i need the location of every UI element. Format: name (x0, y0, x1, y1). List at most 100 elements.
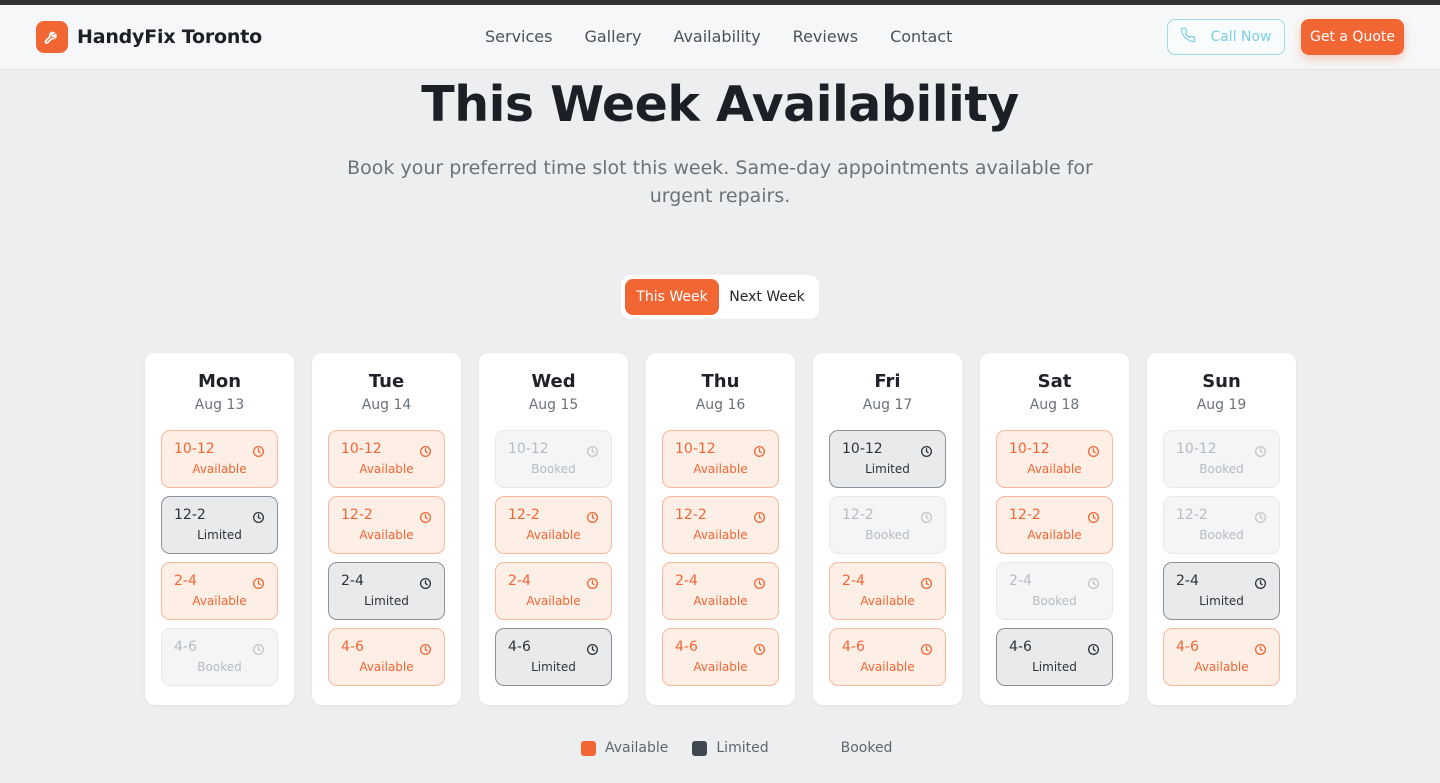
time-slot[interactable]: 10-12 Available (662, 430, 779, 488)
slot-status: Booked (1032, 594, 1077, 608)
time-slot[interactable]: 2-4 Limited (1163, 562, 1280, 620)
nav-contact[interactable]: Contact (890, 27, 952, 46)
slot-status: Limited (865, 462, 910, 476)
day-card-wed: Wed Aug 15 10-12 Booked 12-2 Available 2-4 Avai… (479, 353, 628, 705)
time-slot: 2-4 Booked (996, 562, 1113, 620)
time-slot[interactable]: 12-2 Limited (161, 496, 278, 554)
tab-this-week[interactable]: This Week (625, 279, 719, 315)
call-now-button[interactable]: Call Now (1167, 19, 1285, 55)
day-date: Aug 13 (194, 397, 245, 413)
legend-swatch (816, 740, 832, 756)
slot-status: Available (192, 462, 247, 476)
day-card-sat: Sat Aug 18 10-12 Available 12-2 Available 2-4 B… (980, 353, 1129, 705)
slot-status: Available (860, 594, 915, 608)
get-quote-button[interactable]: Get a Quote (1301, 19, 1404, 55)
clock-icon (753, 509, 766, 524)
clock-icon (252, 641, 265, 656)
page-title: This Week Availability (421, 76, 1019, 133)
slot-status: Available (1194, 660, 1249, 674)
legend-label: Limited (716, 740, 769, 756)
slot-status: Limited (1199, 594, 1244, 608)
time-slot[interactable]: 12-2 Available (662, 496, 779, 554)
time-slot[interactable]: 12-2 Available (328, 496, 445, 554)
nav-availability[interactable]: Availability (673, 27, 760, 46)
time-slot[interactable]: 10-12 Available (996, 430, 1113, 488)
day-name: Tue (368, 371, 405, 392)
time-slot[interactable]: 4-6 Available (328, 628, 445, 686)
slot-status: Available (359, 660, 414, 674)
slot-status: Booked (197, 660, 242, 674)
brand-name: HandyFix Toronto (77, 26, 262, 48)
legend-label: Available (605, 740, 669, 756)
legend-item-limited: Limited (692, 740, 769, 756)
clock-icon (1254, 509, 1267, 524)
time-slot[interactable]: 10-12 Available (161, 430, 278, 488)
time-slot[interactable]: 2-4 Available (662, 562, 779, 620)
clock-icon (252, 509, 265, 524)
slot-status: Available (693, 462, 748, 476)
day-card-sun: Sun Aug 19 10-12 Booked 12-2 Booked 2-4 Limited… (1147, 353, 1296, 705)
slot-status: Available (693, 594, 748, 608)
legend: Available Limited Booked (581, 740, 892, 756)
slot-status: Available (1027, 462, 1082, 476)
day-date: Aug 17 (862, 397, 913, 413)
call-now-label: Call Now (1210, 29, 1272, 45)
slot-status: Booked (531, 462, 576, 476)
legend-item-available: Available (581, 740, 668, 756)
day-date: Aug 19 (1196, 397, 1247, 413)
time-slot[interactable]: 4-6 Available (829, 628, 946, 686)
day-card-fri: Fri Aug 17 10-12 Limited 12-2 Booked 2-4 Availa… (813, 353, 962, 705)
slot-status: Available (359, 528, 414, 542)
time-slot[interactable]: 2-4 Limited (328, 562, 445, 620)
time-slot[interactable]: 2-4 Available (161, 562, 278, 620)
time-slot[interactable]: 4-6 Available (662, 628, 779, 686)
phone-icon (1180, 27, 1196, 47)
page-subtitle: Book your preferred time slot this week.… (347, 157, 1093, 207)
clock-icon (1087, 575, 1100, 590)
clock-icon (1254, 575, 1267, 590)
time-slot[interactable]: 4-6 Available (1163, 628, 1280, 686)
tab-next-week[interactable]: Next Week (719, 279, 815, 315)
day-name: Wed (531, 371, 576, 392)
brand-logo[interactable]: HandyFix Toronto (36, 21, 262, 53)
clock-icon (920, 443, 933, 458)
slot-status: Limited (1032, 660, 1077, 674)
time-slot[interactable]: 2-4 Available (829, 562, 946, 620)
clock-icon (920, 575, 933, 590)
day-date: Aug 18 (1029, 397, 1080, 413)
clock-icon (920, 641, 933, 656)
slot-status: Limited (364, 594, 409, 608)
slot-status: Available (526, 528, 581, 542)
time-slot[interactable]: 4-6 Limited (495, 628, 612, 686)
clock-icon (1087, 443, 1100, 458)
day-name: Fri (874, 371, 901, 392)
time-slot[interactable]: 12-2 Available (495, 496, 612, 554)
nav-services[interactable]: Services (485, 27, 552, 46)
day-date: Aug 16 (695, 397, 746, 413)
legend-swatch (581, 740, 596, 756)
clock-icon (1254, 641, 1267, 656)
week-toggle: This Week Next Week (621, 275, 819, 319)
day-name: Sun (1202, 371, 1241, 392)
slot-status: Available (1027, 528, 1082, 542)
time-slot[interactable]: 2-4 Available (495, 562, 612, 620)
slot-status: Booked (1199, 462, 1244, 476)
time-slot[interactable]: 10-12 Limited (829, 430, 946, 488)
legend-label: Booked (840, 740, 893, 756)
nav-gallery[interactable]: Gallery (584, 27, 641, 46)
day-name: Sat (1037, 371, 1072, 392)
slot-status: Available (526, 594, 581, 608)
availability-grid: Mon Aug 13 10-12 Available 12-2 Limited 2-4 Ava… (145, 353, 1296, 705)
time-slot[interactable]: 4-6 Limited (996, 628, 1113, 686)
nav-reviews[interactable]: Reviews (793, 27, 858, 46)
slot-status: Limited (197, 528, 242, 542)
day-date: Aug 15 (528, 397, 579, 413)
clock-icon (1087, 509, 1100, 524)
clock-icon (586, 641, 599, 656)
main-nav: Services Gallery Availability Reviews Co… (485, 27, 952, 46)
clock-icon (753, 443, 766, 458)
legend-swatch (692, 740, 708, 756)
time-slot[interactable]: 10-12 Available (328, 430, 445, 488)
time-slot[interactable]: 12-2 Available (996, 496, 1113, 554)
clock-icon (586, 443, 599, 458)
